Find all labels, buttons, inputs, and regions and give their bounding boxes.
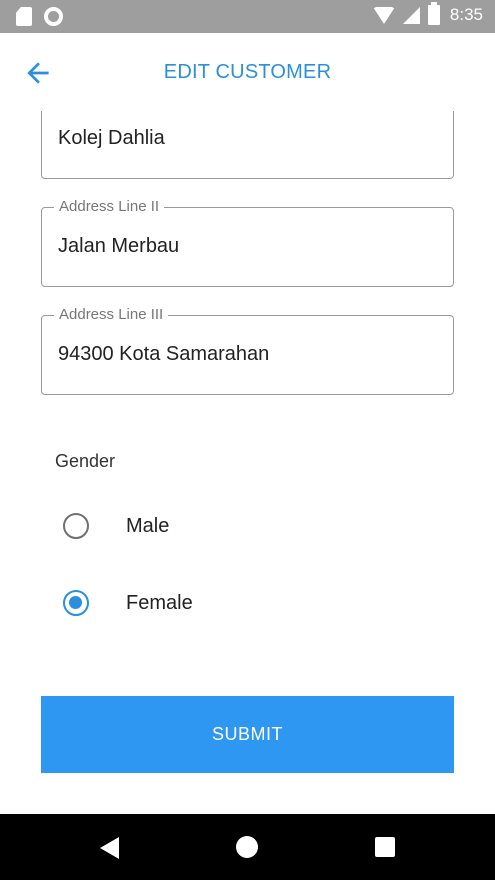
sync-circle-icon (44, 7, 63, 26)
status-left-icons (16, 7, 63, 26)
female-radio[interactable] (63, 590, 89, 616)
address-line-1-value: Kolej Dahlia (58, 127, 165, 149)
address-line-2-value: Jalan Merbau (58, 235, 180, 257)
female-radio-label: Female (126, 591, 193, 614)
wifi-icon (372, 6, 395, 24)
sd-card-icon (16, 7, 32, 26)
nav-back-icon[interactable] (100, 837, 119, 859)
status-bar: 8:35 (0, 0, 495, 33)
address-line-3-field[interactable]: Address Line III 94300 Kota Samarahan (41, 306, 454, 395)
address-line-3-label: Address Line III (54, 306, 169, 323)
page-title: EDIT CUSTOMER (163, 61, 332, 83)
battery-icon (427, 2, 440, 25)
nav-home-icon[interactable] (236, 836, 258, 858)
address-line-2-label: Address Line II (54, 198, 165, 215)
status-right-icons: 8:35 (372, 2, 483, 25)
gender-option-male[interactable]: Male (63, 511, 169, 541)
address-line-1-field[interactable]: Kolej Dahlia (41, 111, 454, 179)
nav-recents-icon[interactable] (375, 837, 395, 857)
male-radio[interactable] (63, 513, 89, 539)
status-time: 8:35 (449, 5, 483, 24)
signal-icon (402, 6, 420, 24)
gender-option-female[interactable]: Female (63, 588, 193, 618)
address-line-2-field[interactable]: Address Line II Jalan Merbau (41, 198, 454, 287)
app-bar: EDIT CUSTOMER (0, 33, 495, 111)
male-radio-label: Male (126, 514, 170, 537)
submit-button[interactable]: SUBMIT (41, 696, 454, 773)
address-line-3-value: 94300 Kota Samarahan (58, 343, 270, 365)
navigation-bar (0, 814, 495, 880)
gender-label: Gender (55, 451, 116, 471)
